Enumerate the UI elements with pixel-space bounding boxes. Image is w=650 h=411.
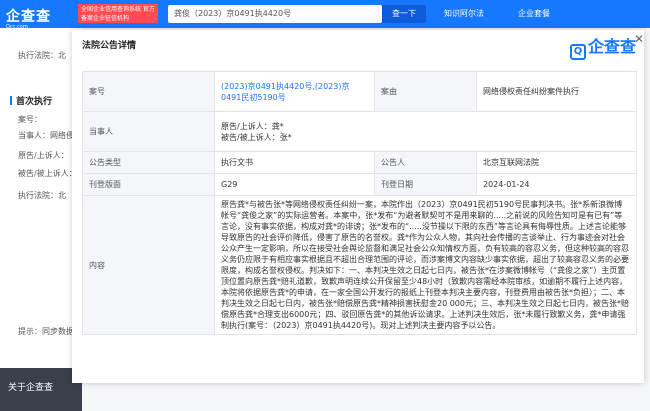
background-page: 执行法院：北 首次执行 案号： 当事人：网络侵 原告/上诉人： 被告/被上诉人：… xyxy=(0,28,82,411)
label-announcer: 公告人 xyxy=(374,151,477,174)
qcc-logo[interactable]: 企查查 Qcc.com xyxy=(6,6,51,30)
search-button[interactable]: 查一下 xyxy=(382,5,426,23)
bg-item: 提示：同步数据 xyxy=(18,327,74,336)
modal-title: 法院公告详情 xyxy=(82,41,137,51)
bg-item: 被告/被上诉人： xyxy=(18,169,77,178)
type-value: 执行文书 xyxy=(214,151,375,174)
detail-table: 案号 (2023)京0491执4420号,(2023)京0491民初5190号 … xyxy=(82,71,637,335)
bg-item: 当事人：网络侵 xyxy=(18,131,74,140)
case-no-link[interactable]: (2023)京0491执4420号,(2023)京0491民初5190号 xyxy=(214,71,375,112)
about-link[interactable]: 关于企查查 xyxy=(8,380,53,393)
tagline-badge: 全国企业信用查询系统 官方备案企业征信机构 xyxy=(78,4,158,23)
bg-item: 执行法院：北 xyxy=(18,191,66,200)
close-icon[interactable]: ✕ xyxy=(634,32,644,46)
label-cause: 案由 xyxy=(374,71,477,112)
cause-value: 网络侵权责任纠纷案件执行 xyxy=(476,71,637,112)
label-party: 当事人 xyxy=(82,111,215,152)
bg-item: 原告/上诉人： xyxy=(18,151,69,160)
search-input[interactable]: 龚俊（2023）京0491执4420号 xyxy=(168,5,382,23)
page-value: G29 xyxy=(214,173,375,196)
announcement-modal: 法院公告详情 Q 企查查 ✕ 案号 (2023)京0491执4420号,(2023… xyxy=(72,30,644,383)
bg-section-heading: 首次执行 xyxy=(10,94,52,107)
label-type: 公告类型 xyxy=(82,151,215,174)
date-value: 2024-01-24 xyxy=(476,173,637,196)
announcer-value: 北京互联网法院 xyxy=(476,151,637,174)
bg-footer: 关于企查查 xyxy=(0,368,82,411)
top-link-plans[interactable]: 企业套餐 xyxy=(518,8,550,19)
top-header: 企查查 Qcc.com 全国企业信用查询系统 官方备案企业征信机构 龚俊（202… xyxy=(0,0,650,30)
label-case-no: 案号 xyxy=(82,71,215,112)
qcc-mark-icon: Q xyxy=(570,44,586,60)
label-content: 内容 xyxy=(82,195,215,335)
party-value: 原告/上诉人：龚* 被告/被上诉人：张* xyxy=(214,111,637,152)
bg-item: 执行法院：北 xyxy=(18,51,66,60)
top-link-alpha[interactable]: 知识阿尔法 xyxy=(444,8,484,19)
label-date: 刊登日期 xyxy=(374,173,477,196)
modal-brand-logo: Q 企查查 xyxy=(570,33,636,60)
plaintiff: 原告/上诉人：龚* xyxy=(221,121,284,131)
content-value: 原告龚*与被告张*等网络侵权责任纠纷一案，本院作出（2023）京0491民初51… xyxy=(214,195,637,335)
label-page: 刊登版面 xyxy=(82,173,215,196)
bg-item: 案号： xyxy=(18,115,42,124)
defendant: 被告/被上诉人：张* xyxy=(221,132,292,142)
